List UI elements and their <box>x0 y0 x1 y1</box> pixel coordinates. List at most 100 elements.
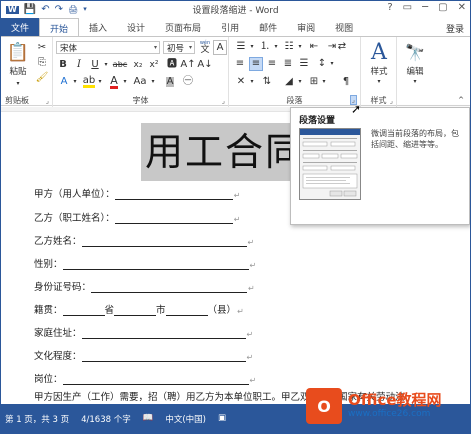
align-left-icon[interactable]: ≡ <box>233 57 247 71</box>
city-blank[interactable] <box>114 306 157 316</box>
tab-insert[interactable]: 插入 <box>79 18 117 36</box>
line-native-place[interactable]: 籍贯： 省 市 （县） ↵ <box>34 302 244 316</box>
clipboard-launcher-icon[interactable]: ⌟ <box>46 97 49 105</box>
phonetic-guide-button[interactable]: wén 文 <box>198 40 212 55</box>
format-painter-icon[interactable]: 🖌 <box>35 71 49 84</box>
font-name-combo[interactable]: 宋体 ▾ <box>56 41 160 54</box>
county-blank[interactable] <box>165 306 208 316</box>
language-status[interactable]: 中文(中国) <box>165 413 206 425</box>
line-party-a[interactable]: 甲方（用人单位）： ↵ <box>34 186 240 200</box>
change-case-dropdown-icon[interactable]: ▾ <box>149 75 157 89</box>
text-effects-dropdown-icon[interactable]: ▾ <box>71 75 79 89</box>
word-count-status[interactable]: 4/1638 个字 <box>81 413 131 425</box>
tab-review[interactable]: 审阅 <box>287 18 325 36</box>
document-title[interactable]: 用工合同 <box>141 123 313 181</box>
line-party-b[interactable]: 乙方（职工姓名）： ↵ <box>34 210 240 224</box>
clear-formatting-icon[interactable]: 🅰 <box>165 58 179 72</box>
tab-page-layout[interactable]: 页面布局 <box>155 18 211 36</box>
sort-icon[interactable]: ⇅ <box>259 75 275 89</box>
styles-icon[interactable]: A <box>367 41 391 65</box>
tab-references[interactable]: 引用 <box>211 18 249 36</box>
underline-dropdown-icon[interactable]: ▾ <box>102 58 110 72</box>
subscript-icon[interactable]: x₂ <box>131 58 145 72</box>
line-position[interactable]: 岗位： ↵ <box>34 371 256 385</box>
maximize-icon[interactable]: ▢ <box>438 2 447 13</box>
minimize-icon[interactable]: ─ <box>422 2 428 13</box>
collapse-ribbon-icon[interactable]: ^ <box>456 95 466 105</box>
cut-icon[interactable]: ✂ <box>35 41 49 54</box>
paste-button[interactable]: 粘贴 <box>5 67 31 77</box>
grow-font-icon[interactable]: A↑ <box>180 58 195 72</box>
line-education[interactable]: 文化程度： ↵ <box>34 348 253 362</box>
line-spacing-dropdown-icon[interactable]: ▾ <box>329 57 335 71</box>
numbering-dropdown-icon[interactable]: ▾ <box>273 40 279 54</box>
align-right-icon[interactable]: ≡ <box>265 57 279 71</box>
ribbon-display-icon[interactable]: ▭ <box>403 2 412 13</box>
distributed-icon[interactable]: ☰ <box>297 57 311 71</box>
line-name-blank[interactable] <box>81 237 247 247</box>
proofing-icon[interactable]: 📖 <box>143 413 154 425</box>
character-shading-icon[interactable]: A <box>163 75 177 89</box>
highlight-dropdown-icon[interactable]: ▾ <box>96 75 104 89</box>
line-education-blank[interactable] <box>81 352 246 362</box>
change-case-icon[interactable]: Aa <box>133 75 147 89</box>
line-address[interactable]: 家庭住址： ↵ <box>34 325 253 339</box>
province-blank[interactable] <box>62 306 105 316</box>
macro-icon[interactable]: ▣ <box>218 413 226 425</box>
line-gender-blank[interactable] <box>62 260 249 270</box>
tab-view[interactable]: 视图 <box>325 18 363 36</box>
line-id-number[interactable]: 身份证号码： ↵ <box>34 279 255 293</box>
bullets-icon[interactable]: ☰ <box>233 40 249 54</box>
text-effects-icon[interactable]: A <box>56 75 72 89</box>
show-marks-icon[interactable]: ¶ <box>339 75 353 89</box>
strikethrough-icon[interactable]: abc <box>112 58 128 72</box>
font-size-combo[interactable]: 初号 ▾ <box>163 41 195 54</box>
decrease-indent-icon[interactable]: ⇤ <box>307 40 321 54</box>
help-icon[interactable]: ? <box>387 2 392 13</box>
binoculars-icon[interactable]: 🔭 <box>403 41 427 65</box>
line-position-blank[interactable] <box>62 375 249 385</box>
justify-icon[interactable]: ≣ <box>281 57 295 71</box>
line-spacing-icon[interactable]: ↕ <box>315 57 329 71</box>
tab-mailings[interactable]: 邮件 <box>249 18 287 36</box>
styles-dropdown-icon[interactable]: ▾ <box>373 78 385 86</box>
italic-icon[interactable]: I <box>72 58 86 72</box>
font-launcher-icon[interactable]: ⌟ <box>222 97 225 105</box>
shading-icon[interactable]: ◢ <box>281 75 297 89</box>
shrink-font-icon[interactable]: A↓ <box>197 58 212 72</box>
borders-dropdown-icon[interactable]: ▾ <box>321 75 327 89</box>
font-size-dropdown-icon[interactable]: ▾ <box>189 44 194 51</box>
styles-launcher-icon[interactable]: ⌟ <box>390 97 393 105</box>
tab-file[interactable]: 文件 <box>1 18 39 36</box>
line-party-a-blank[interactable] <box>114 190 233 200</box>
paste-dropdown-icon[interactable]: ▾ <box>12 79 24 89</box>
font-color-dropdown-icon[interactable]: ▾ <box>121 75 129 89</box>
close-icon[interactable]: ✕ <box>458 2 466 13</box>
line-id-number-blank[interactable] <box>91 283 248 293</box>
tab-home[interactable]: 开始 <box>39 18 80 37</box>
editing-dropdown-icon[interactable]: ▾ <box>409 78 421 86</box>
font-name-dropdown-icon[interactable]: ▾ <box>154 44 159 51</box>
line-party-b-blank[interactable] <box>114 214 233 224</box>
styles-button[interactable]: 样式 <box>363 67 395 77</box>
align-center-icon[interactable]: ≡ <box>249 57 263 71</box>
line-gender[interactable]: 性别： ↵ <box>34 256 256 270</box>
underline-icon[interactable]: U <box>88 58 102 72</box>
asian-layout-icon[interactable]: ✕ <box>233 75 249 89</box>
character-border-button[interactable]: A <box>213 40 227 55</box>
enclose-characters-icon[interactable]: ㊀ <box>181 75 195 89</box>
multilevel-dropdown-icon[interactable]: ▾ <box>297 40 303 54</box>
numbering-icon[interactable]: ⒈ <box>257 40 273 54</box>
font-color-icon[interactable]: A <box>106 75 122 89</box>
paste-icon[interactable]: 📋 <box>7 41 29 65</box>
line-name[interactable]: 乙方姓名： ↵ <box>34 233 254 247</box>
superscript-icon[interactable]: x² <box>147 58 161 72</box>
bold-icon[interactable]: B <box>56 58 70 72</box>
chinese-layout-icon[interactable]: ⇄ <box>335 40 349 54</box>
copy-icon[interactable]: ⎘ <box>35 56 49 69</box>
bullets-dropdown-icon[interactable]: ▾ <box>249 40 255 54</box>
shading-dropdown-icon[interactable]: ▾ <box>297 75 303 89</box>
login-link[interactable]: 登录 <box>446 22 464 35</box>
tab-design[interactable]: 设计 <box>117 18 155 36</box>
asian-layout-dropdown-icon[interactable]: ▾ <box>249 75 255 89</box>
